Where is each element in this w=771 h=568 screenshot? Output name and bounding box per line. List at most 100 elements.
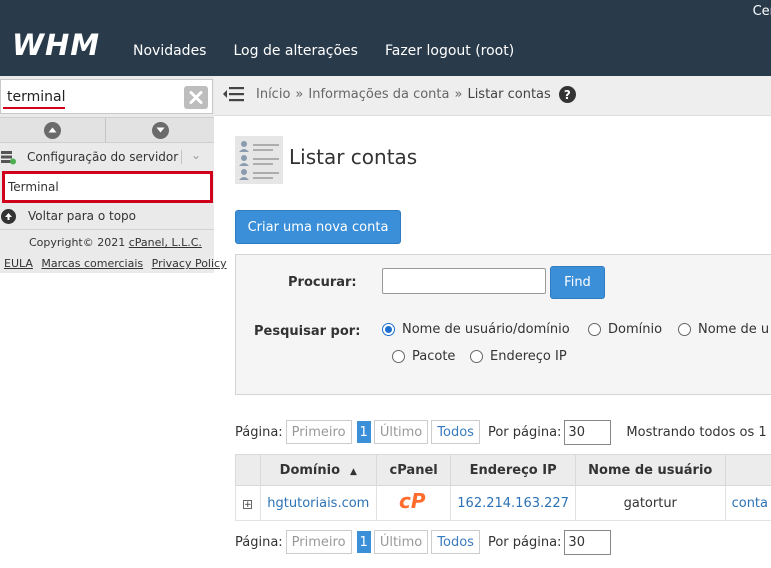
per-page-label: Por página: — [487, 534, 562, 550]
breadcrumb-bar: Início » Informações da conta » Listar c… — [214, 76, 771, 116]
collapse-expand-row — [0, 117, 214, 143]
all-pages-button[interactable]: Todos — [431, 420, 480, 444]
server-icon — [1, 150, 16, 164]
nav-novidades[interactable]: Novidades — [133, 43, 206, 59]
copyright: Copyright© 2021 cPanel, L.L.C. — [29, 236, 202, 249]
sidebar-search — [0, 79, 213, 114]
radio-dot — [392, 350, 405, 363]
sidebar-category-server-config[interactable]: Configuração do servidor ⌄ — [0, 146, 214, 168]
showing-count: Mostrando todos os 1 — [626, 424, 767, 440]
cpanel-logo-icon[interactable]: cP — [399, 489, 429, 513]
category-separator — [181, 150, 182, 164]
table-row: + hgtutoriais.com cP 162.214.163.227 gat… — [235, 485, 771, 521]
breadcrumb-account-info[interactable]: Informações da conta — [308, 87, 449, 102]
breadcrumb-inicio[interactable]: Início — [256, 87, 290, 102]
top-right-text[interactable]: Cer — [753, 4, 771, 19]
cpanel-cell: cP — [375, 485, 452, 521]
footer-links: EULA Marcas comerciais Privacy Policy — [4, 257, 232, 270]
search-highlight-underline — [3, 107, 65, 109]
all-pages-button[interactable]: Todos — [431, 530, 480, 554]
last-page-button[interactable]: Último — [373, 530, 429, 554]
nav-log-alteracoes[interactable]: Log de alterações — [233, 43, 357, 59]
radio-label: Endereço IP — [490, 349, 567, 364]
nav-logout[interactable]: Fazer logout (root) — [385, 43, 514, 59]
sidebar-item-terminal[interactable]: Terminal — [2, 171, 213, 203]
radio-dot — [470, 350, 483, 363]
svg-text:cP: cP — [399, 491, 426, 511]
top-nav: Novidades Log de alterações Fazer logout… — [133, 43, 541, 59]
radio-domain[interactable]: Domínio — [588, 322, 662, 337]
expand-column-header — [235, 454, 261, 486]
eula-link[interactable]: EULA — [4, 257, 33, 270]
sort-asc-icon: ▲ — [350, 466, 357, 477]
column-header-label: Domínio — [279, 462, 341, 478]
clear-search-button[interactable] — [184, 86, 208, 109]
breadcrumb-current: Listar contas — [467, 87, 551, 102]
expand-cell[interactable]: + — [235, 485, 261, 521]
current-page[interactable]: 1 — [356, 421, 371, 443]
search-label: Procurar: — [288, 275, 357, 290]
radio-label: Nome de u — [698, 322, 770, 337]
domain-cell: hgtutoriais.com — [259, 485, 377, 521]
radio-label: Nome de usuário/domínio — [402, 322, 570, 337]
menu-toggle-icon[interactable] — [222, 85, 244, 103]
per-page-input[interactable]: 30 — [564, 419, 612, 445]
back-to-top-link[interactable]: Voltar para o topo — [0, 206, 214, 226]
per-page-input[interactable]: 30 — [564, 529, 612, 555]
contact-link[interactable]: conta — [732, 496, 768, 511]
copyright-prefix: Copyright© 2021 — [29, 236, 129, 249]
whm-logo-text: WHM — [12, 30, 100, 58]
column-header-extra — [724, 454, 771, 486]
ip-link[interactable]: 162.214.163.227 — [457, 496, 569, 511]
radio-username[interactable]: Nome de u — [678, 322, 769, 337]
chevron-down-icon — [151, 121, 169, 139]
category-label: Configuração do servidor — [27, 150, 179, 164]
whm-logo[interactable]: WHM — [12, 30, 114, 58]
privacy-policy-link[interactable]: Privacy Policy — [152, 257, 227, 270]
collapse-all-button[interactable] — [0, 118, 106, 142]
pagination-label: Página: — [235, 534, 283, 550]
radio-label: Pacote — [412, 349, 456, 364]
domain-link[interactable]: hgtutoriais.com — [267, 496, 369, 511]
radio-dot — [588, 323, 601, 336]
per-page-label: Por página: — [487, 424, 562, 440]
list-accounts-icon — [235, 136, 283, 184]
search-input[interactable] — [382, 268, 546, 294]
search-panel: Procurar: Find Pesquisar por: Nome de us… — [235, 254, 771, 395]
help-icon[interactable]: ? — [558, 86, 576, 103]
trademarks-link[interactable]: Marcas comerciais — [41, 257, 143, 270]
first-page-button[interactable]: Primeiro — [285, 420, 352, 444]
extra-cell: conta — [724, 485, 771, 521]
chevron-down-icon[interactable]: ⌄ — [191, 148, 201, 162]
create-account-button[interactable]: Criar uma nova conta — [235, 210, 401, 244]
find-button[interactable]: Find — [550, 266, 605, 299]
arrow-up-icon — [1, 208, 16, 224]
column-header-domain[interactable]: Domínio ▲ — [259, 454, 377, 486]
radio-package[interactable]: Pacote — [392, 349, 455, 364]
column-header-ip[interactable]: Endereço IP — [450, 454, 576, 486]
first-page-button[interactable]: Primeiro — [285, 530, 352, 554]
column-header-username[interactable]: Nome de usuário — [574, 454, 726, 486]
pagination-bottom: Página: Primeiro 1 Último Todos Por pági… — [235, 529, 612, 555]
radio-ip-address[interactable]: Endereço IP — [470, 349, 567, 364]
chevron-up-icon — [44, 121, 61, 139]
radio-username-domain[interactable]: Nome de usuário/domínio — [382, 322, 570, 337]
expand-row-icon: + — [243, 499, 253, 510]
username-cell: gatortur — [574, 485, 726, 521]
pagination-label: Página: — [235, 424, 283, 440]
table-header-row: Domínio ▲ cPanel Endereço IP Nome de usuá… — [235, 454, 771, 486]
column-header-cpanel[interactable]: cPanel — [375, 454, 452, 486]
radio-dot — [678, 323, 691, 336]
radio-label: Domínio — [608, 322, 663, 337]
sidebar-item-label: Terminal — [8, 180, 59, 194]
sidebar-search-input[interactable] — [5, 85, 175, 109]
breadcrumb-separator: » — [454, 87, 463, 102]
back-to-top-label: Voltar para o topo — [28, 209, 136, 223]
current-page[interactable]: 1 — [356, 531, 371, 553]
pagination-top: Página: Primeiro 1 Último Todos Por pági… — [235, 419, 767, 445]
last-page-button[interactable]: Último — [373, 420, 429, 444]
expand-all-button[interactable] — [107, 118, 213, 142]
search-by-label: Pesquisar por: — [254, 324, 361, 339]
breadcrumb: Início » Informações da conta » Listar c… — [256, 86, 576, 103]
cpanel-link[interactable]: cPanel, L.L.C. — [129, 236, 202, 249]
